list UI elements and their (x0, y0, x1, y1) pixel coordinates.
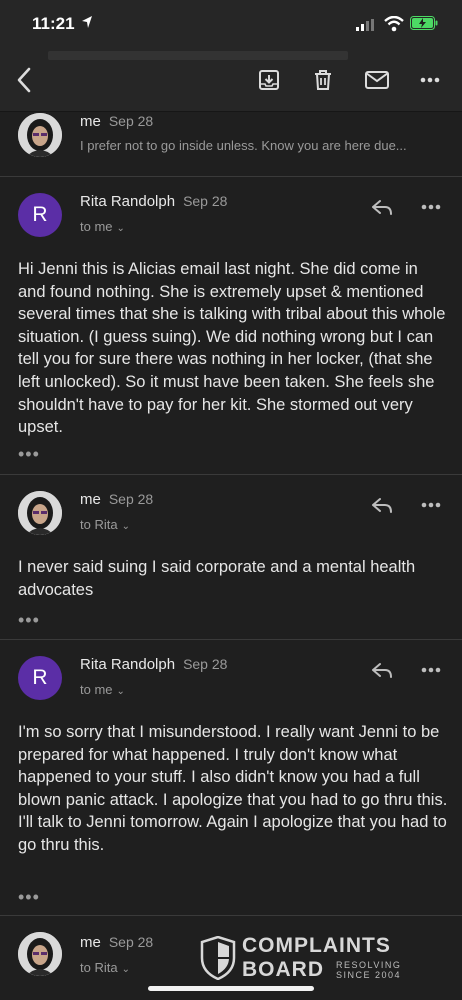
watermark-tagline: RESOLVING SINCE 2004 (336, 960, 402, 980)
show-trimmed-button[interactable]: ••• (18, 611, 40, 629)
email-toolbar (0, 50, 462, 112)
wifi-icon (384, 16, 404, 32)
more-horizontal-icon (421, 667, 441, 673)
message-more-button[interactable] (418, 658, 444, 682)
more-horizontal-icon (421, 204, 441, 210)
watermark-line1: COMPLAINTS (242, 934, 391, 957)
archive-icon (259, 70, 279, 90)
battery-charging-icon (410, 16, 438, 30)
avatar: R (18, 656, 62, 700)
message-date: Sep 28 (108, 934, 154, 950)
recipients-toggle[interactable]: to Rita ⌄ (80, 960, 130, 975)
collapsed-message[interactable]: me Sep 28 I prefer not to go inside unles… (0, 111, 462, 177)
message-more-button[interactable] (418, 493, 444, 517)
profile-photo-icon (18, 491, 62, 535)
recipients-toggle[interactable]: to me ⌄ (80, 219, 125, 234)
message-body: Hi Jenni this is Alicias email last nigh… (18, 260, 446, 437)
archive-button[interactable] (253, 64, 285, 96)
show-trimmed-button[interactable]: ••• (18, 888, 40, 906)
reply-icon (372, 498, 392, 513)
message-date: Sep 28 (183, 193, 228, 209)
sender-name: me Sep 28 (80, 934, 154, 951)
watermark-line2: BOARD (242, 958, 324, 981)
avatar (18, 491, 62, 535)
message-snippet: I prefer not to go inside unless. Know y… (80, 138, 407, 153)
back-button[interactable] (8, 64, 40, 96)
status-time: 11:21 (32, 14, 75, 33)
location-arrow-icon (82, 16, 92, 28)
profile-photo-icon (18, 113, 62, 157)
avatar (18, 932, 62, 976)
more-options-button[interactable] (414, 64, 446, 96)
shield-logo-icon (200, 936, 236, 980)
mark-unread-button[interactable] (361, 64, 393, 96)
message-date: Sep 28 (108, 113, 154, 129)
message-date: Sep 28 (183, 656, 228, 672)
avatar (18, 113, 62, 157)
reply-icon (372, 663, 392, 678)
reply-icon (372, 200, 392, 215)
chevron-down-icon: ⌄ (121, 521, 130, 532)
sender-name: Rita Randolph Sep 28 (80, 193, 228, 210)
message-date: Sep 28 (108, 491, 154, 507)
message-card: R Rita Randolph Sep 28 to me ⌄ I'm so sorr… (0, 640, 462, 916)
faded-subject-line (48, 48, 388, 62)
cellular-signal-icon (356, 19, 374, 31)
envelope-icon (365, 71, 389, 89)
complaints-board-watermark: COMPLAINTS BOARD RESOLVING SINCE 2004 (200, 934, 430, 984)
reply-button[interactable] (368, 493, 396, 517)
status-bar: 11:21 (0, 0, 462, 50)
chevron-down-icon: ⌄ (116, 686, 125, 697)
message-card: me Sep 28 to Rita ⌄ I never said suing I s… (0, 475, 462, 640)
message-body: I'm so sorry that I misunderstood. I rea… (18, 723, 448, 854)
reply-button[interactable] (368, 195, 396, 219)
sender-name: Rita Randolph Sep 28 (80, 656, 228, 673)
trash-icon (315, 70, 331, 90)
chevron-left-icon (17, 67, 31, 93)
chevron-down-icon: ⌄ (116, 223, 125, 234)
profile-photo-icon (18, 932, 62, 976)
message-card: R Rita Randolph Sep 28 to me ⌄ Hi Jenni th… (0, 177, 462, 475)
message-body: I never said suing I said corporate and … (18, 558, 416, 599)
avatar: R (18, 193, 62, 237)
delete-button[interactable] (307, 64, 339, 96)
sender-name: me Sep 28 (80, 491, 154, 508)
recipients-toggle[interactable]: to Rita ⌄ (80, 517, 130, 532)
reply-button[interactable] (368, 658, 396, 682)
recipients-toggle[interactable]: to me ⌄ (80, 682, 125, 697)
more-horizontal-icon (421, 502, 441, 508)
message-more-button[interactable] (418, 195, 444, 219)
more-horizontal-icon (420, 77, 440, 83)
home-indicator[interactable] (148, 986, 314, 991)
chevron-down-icon: ⌄ (121, 964, 130, 975)
sender-name: me Sep 28 (80, 113, 154, 130)
show-trimmed-button[interactable]: ••• (18, 445, 40, 463)
